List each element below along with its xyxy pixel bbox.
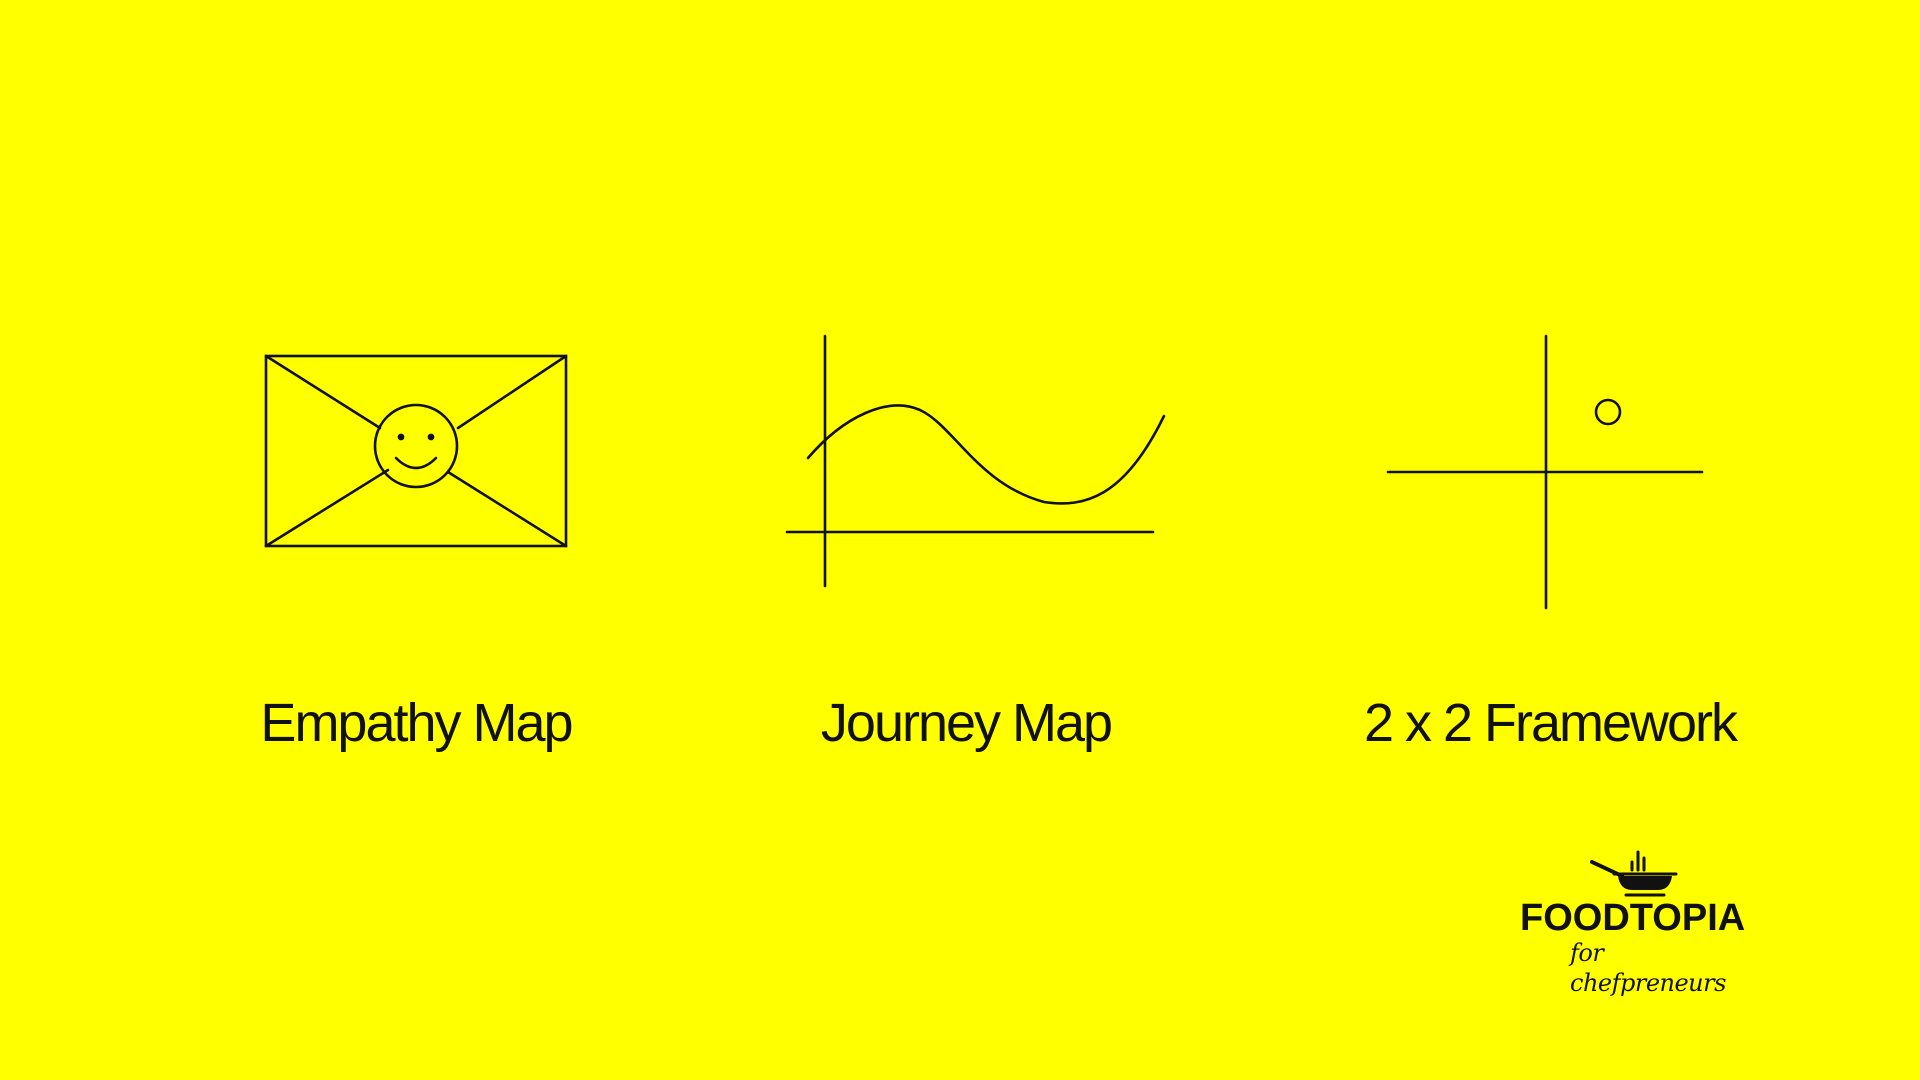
- foodtopia-logo: FOODTOPIA for chefpreneurs: [1520, 840, 1760, 1000]
- caption-2x2-framework: 2 x 2 Framework: [1363, 693, 1738, 753]
- caption-empathy-map: Empathy Map: [260, 693, 573, 753]
- caption-journey-map: Journey Map: [820, 693, 1113, 753]
- brand-tagline: for chefpreneurs: [1570, 939, 1726, 997]
- frying-pan-icon: [1588, 848, 1680, 898]
- envelope-smiley-icon: [262, 352, 570, 550]
- brand-name: FOODTOPIA: [1520, 897, 1746, 939]
- slide: Empathy Map Journey Map 2 x 2 Framework …: [0, 0, 1920, 1080]
- quadrant-axes-icon: [1384, 334, 1706, 612]
- journey-curve-icon: [784, 334, 1170, 590]
